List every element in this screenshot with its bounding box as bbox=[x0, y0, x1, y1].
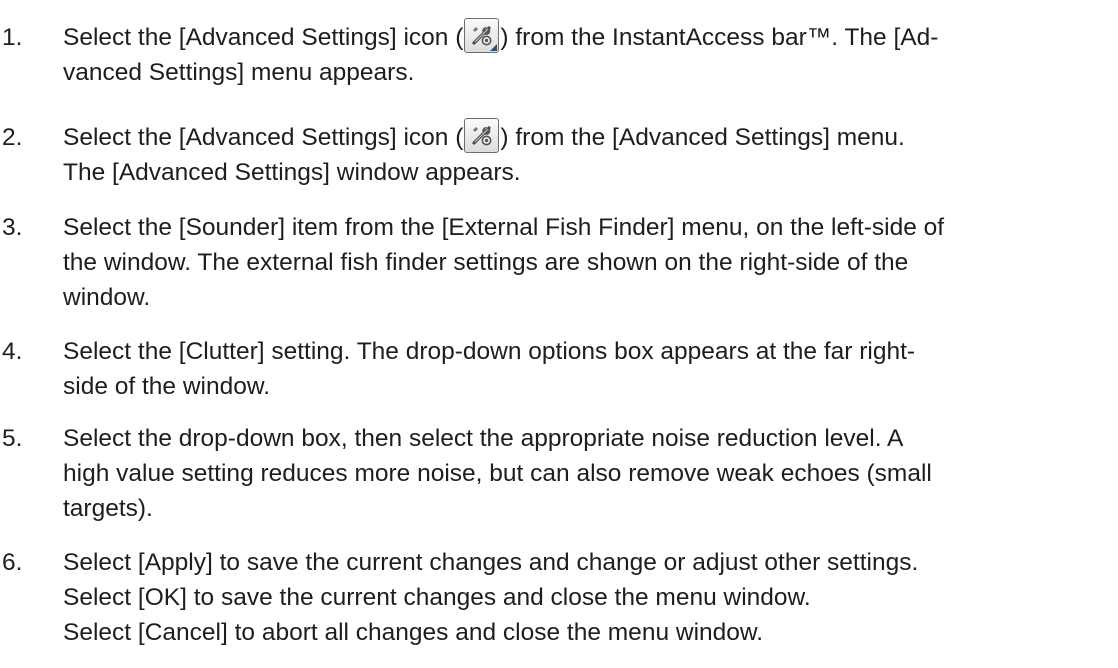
step-text: Select the [Clutter] setting. The drop-d… bbox=[63, 334, 1110, 404]
step-number: 3. bbox=[2, 214, 23, 241]
step-text: Select the [Sounder] item from the [Exte… bbox=[63, 210, 1110, 315]
step-line: side of the window. bbox=[63, 373, 271, 400]
step-line: Select [Apply] to save the current chang… bbox=[63, 549, 919, 576]
step-line: Select [OK] to save the current changes … bbox=[63, 584, 811, 611]
step-number: 1. bbox=[2, 24, 23, 51]
step-line: the window. The external fish finder set… bbox=[63, 249, 909, 276]
step-number: 4. bbox=[2, 338, 23, 365]
step-number: 6. bbox=[2, 549, 23, 576]
advanced-settings-icon bbox=[464, 18, 500, 54]
step-text: Select [Apply] to save the current chang… bbox=[63, 545, 1110, 650]
step-line: Select the [Sounder] item from the [Exte… bbox=[63, 214, 945, 241]
step-line: Select [Cancel] to abort all changes and… bbox=[63, 619, 764, 646]
step-text: Select the [Advanced Settings] icon () f… bbox=[63, 18, 1110, 90]
step-line: window. bbox=[63, 284, 151, 311]
step-line: targets). bbox=[63, 495, 153, 522]
instruction-steps: 1. Select the [Advanced Settings] icon (… bbox=[0, 0, 1118, 668]
step-number: 2. bbox=[2, 124, 23, 151]
advanced-settings-icon bbox=[464, 118, 500, 154]
step-line: Select the drop-down box, then select th… bbox=[63, 425, 904, 452]
step-line: The [Advanced Settings] window appears. bbox=[63, 159, 521, 186]
step-line: Select the [Advanced Settings] icon () f… bbox=[63, 118, 1110, 155]
step-line: high value setting reduces more noise, b… bbox=[63, 460, 932, 487]
step-line: vanced Settings] menu appears. bbox=[63, 59, 415, 86]
step-line: Select the [Clutter] setting. The drop-d… bbox=[63, 338, 916, 365]
step-line: Select the [Advanced Settings] icon () f… bbox=[63, 18, 1110, 55]
step-text: Select the [Advanced Settings] icon () f… bbox=[63, 118, 1110, 190]
step-number: 5. bbox=[2, 425, 23, 452]
step-text: Select the drop-down box, then select th… bbox=[63, 421, 1110, 526]
